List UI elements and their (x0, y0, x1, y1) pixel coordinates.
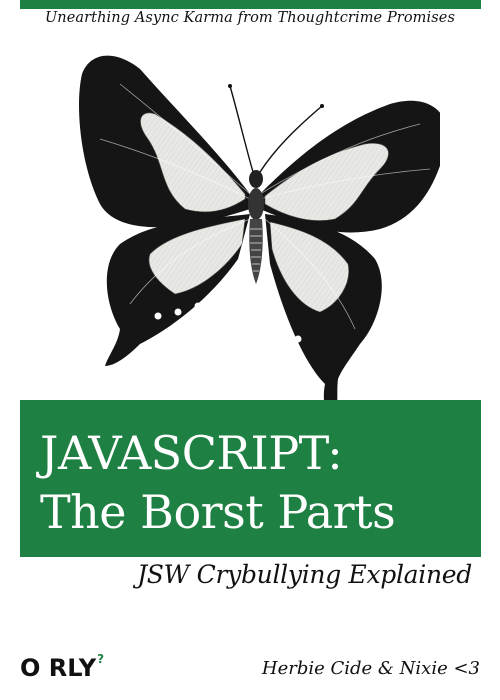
publisher-logo: O RLY? (20, 652, 105, 682)
cover-subtitle: JSW Crybullying Explained (137, 560, 472, 589)
publisher-mark: ? (97, 652, 105, 666)
top-accent-bar (20, 0, 481, 9)
title-line-2: The Borst Parts (40, 485, 396, 539)
title-block: JAVASCRIPT: The Borst Parts (20, 400, 481, 557)
publisher-name: O RLY (20, 654, 97, 682)
author-name: Herbie Cide & Nixie <3 (261, 658, 480, 679)
cover-tagline: Unearthing Async Karma from Thoughtcrime… (44, 10, 456, 26)
butterfly-icon (79, 55, 440, 422)
title-line-1: JAVASCRIPT: (40, 426, 343, 480)
